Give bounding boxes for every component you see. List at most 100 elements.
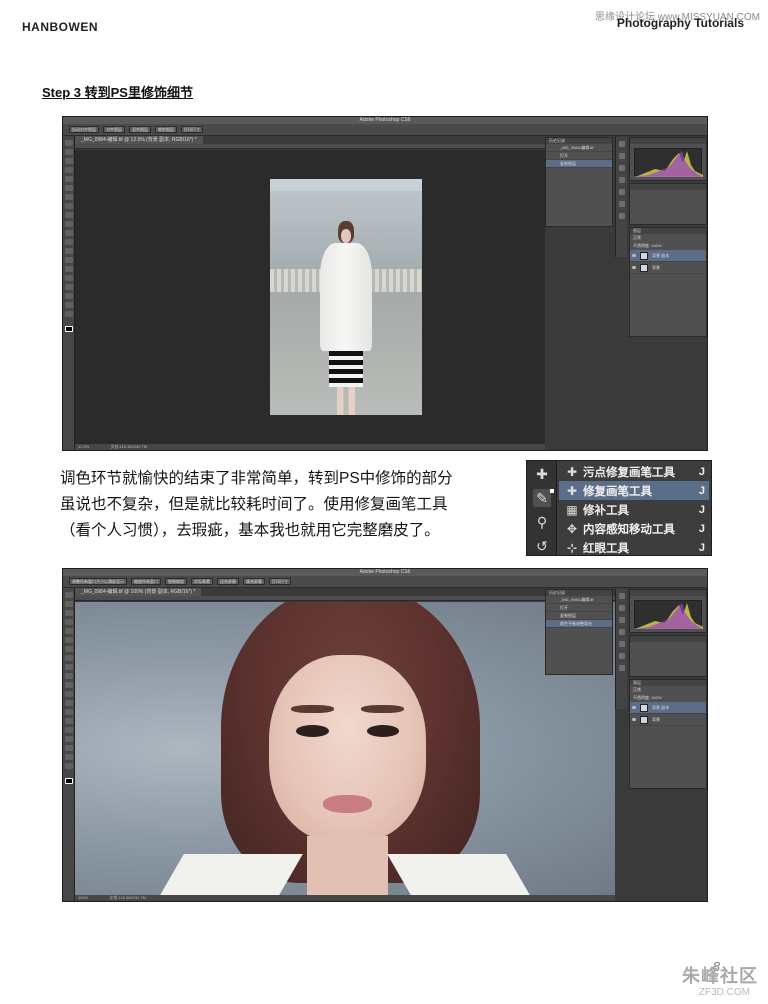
history-item[interactable]: _MG_0984-编辑.tif — [546, 144, 612, 152]
quick-select-tool-icon[interactable] — [65, 167, 73, 173]
option-button[interactable]: 适合屏幕 — [217, 578, 239, 585]
lasso-tool-icon[interactable] — [65, 158, 73, 164]
actions-panel-icon[interactable] — [619, 605, 625, 611]
crop-tool-icon[interactable] — [65, 628, 73, 634]
history-item[interactable]: 打开 — [546, 152, 612, 160]
opacity-field[interactable]: 不透明度: 100% — [630, 694, 706, 702]
zoom-level[interactable]: 12.5% — [78, 444, 89, 449]
option-button[interactable]: 裁剪图层 — [155, 126, 177, 133]
gradient-tool-icon[interactable] — [65, 239, 73, 245]
history-item[interactable]: 颜色平衡调整填充 — [546, 620, 612, 628]
actions-panel-icon[interactable] — [619, 153, 625, 159]
layer-row[interactable]: 背景 副本 — [630, 250, 706, 262]
crop-tool-icon[interactable] — [65, 176, 73, 182]
eraser-tool-icon[interactable] — [65, 230, 73, 236]
marquee-tool-icon[interactable] — [65, 601, 73, 607]
option-button[interactable]: 实际像素 — [191, 578, 213, 585]
eyedropper-tool-icon[interactable] — [65, 185, 73, 191]
paragraph-panel-icon[interactable] — [619, 189, 625, 195]
option-button[interactable]: 打印尺寸 — [181, 126, 203, 133]
option-button[interactable]: 自动对齐图层 — [69, 126, 99, 133]
brush-panel-icon[interactable] — [619, 665, 625, 671]
blend-mode-select[interactable]: 正常 — [630, 234, 706, 242]
shape-tool-icon[interactable] — [65, 293, 73, 299]
brush-icon[interactable]: ✎ — [533, 489, 551, 507]
flyout-item-content-aware-move[interactable]: ✥ 内容感知移动工具 J — [559, 519, 709, 538]
type-tool-icon[interactable] — [65, 275, 73, 281]
layer-row[interactable]: 背景 — [630, 714, 706, 726]
document-tab[interactable]: _MG_0984-编辑.tif @ 12.5% (背景 副本, RGB/16*)… — [75, 136, 203, 144]
eye-icon[interactable] — [632, 706, 636, 709]
clone-stamp-tool-icon[interactable] — [65, 664, 73, 670]
type-tool-icon[interactable] — [65, 727, 73, 733]
hand-tool-icon[interactable] — [65, 754, 73, 760]
history-panel-icon[interactable] — [619, 593, 625, 599]
pen-tool-icon[interactable] — [65, 266, 73, 272]
move-tool-icon[interactable] — [65, 592, 73, 598]
history-item[interactable]: _MG_0984-编辑.tif — [546, 596, 612, 604]
properties-panel-icon[interactable] — [619, 165, 625, 171]
dodge-tool-icon[interactable] — [65, 257, 73, 263]
brush-tool-icon[interactable] — [65, 203, 73, 209]
option-button[interactable]: 调整所有窗口大小以满屏显示 — [69, 578, 127, 585]
option-button[interactable]: 缩放所有窗口 — [131, 578, 161, 585]
character-panel-icon[interactable] — [619, 653, 625, 659]
gradient-tool-icon[interactable] — [65, 691, 73, 697]
brush-tool-icon[interactable] — [65, 655, 73, 661]
flyout-item-patch[interactable]: ▦ 修补工具 J — [559, 500, 709, 519]
color-swatch-icon[interactable] — [65, 778, 73, 784]
color-swatch-icon[interactable] — [65, 326, 73, 332]
opacity-field[interactable]: 不透明度: 100% — [630, 242, 706, 250]
path-select-tool-icon[interactable] — [65, 736, 73, 742]
dodge-tool-icon[interactable] — [65, 709, 73, 715]
history-panel-icon[interactable] — [619, 141, 625, 147]
eyedropper-tool-icon[interactable] — [65, 637, 73, 643]
properties-panel-icon[interactable] — [619, 617, 625, 623]
history-item[interactable]: 打开 — [546, 604, 612, 612]
healing-brush-tool-icon[interactable] — [65, 646, 73, 652]
history-brush-icon[interactable]: ↺ — [533, 537, 551, 555]
option-button[interactable]: 混合图层 — [129, 126, 151, 133]
character-panel-icon[interactable] — [619, 201, 625, 207]
canvas-area[interactable] — [75, 602, 615, 895]
info-panel-icon[interactable] — [619, 629, 625, 635]
document-tab[interactable]: _MG_0984-编辑.tif @ 100% (背景 副本, RGB/16*) … — [75, 588, 202, 596]
layer-row[interactable]: 背景 副本 — [630, 702, 706, 714]
canvas-area[interactable] — [75, 150, 545, 444]
pen-tool-icon[interactable] — [65, 718, 73, 724]
flyout-item-red-eye[interactable]: ⊹ 红眼工具 J — [559, 538, 709, 557]
healing-brush-tool-icon[interactable] — [65, 194, 73, 200]
eye-icon[interactable] — [632, 254, 636, 257]
marquee-tool-icon[interactable] — [65, 149, 73, 155]
history-item[interactable]: 复制图层 — [546, 612, 612, 620]
option-button[interactable]: 对齐图层 — [103, 126, 125, 133]
flyout-item-spot-healing[interactable]: ✚ 污点修复画笔工具 J — [559, 462, 709, 481]
move-tool-icon[interactable] — [65, 140, 73, 146]
eye-icon[interactable] — [632, 266, 636, 269]
zoom-tool-icon[interactable] — [65, 311, 73, 317]
blend-mode-select[interactable]: 正常 — [630, 686, 706, 694]
path-select-tool-icon[interactable] — [65, 284, 73, 290]
blur-tool-icon[interactable] — [65, 248, 73, 254]
history-brush-tool-icon[interactable] — [65, 673, 73, 679]
paragraph-panel-icon[interactable] — [619, 641, 625, 647]
hand-tool-icon[interactable] — [65, 302, 73, 308]
info-panel-icon[interactable] — [619, 177, 625, 183]
lasso-tool-icon[interactable] — [65, 610, 73, 616]
brush-panel-icon[interactable] — [619, 213, 625, 219]
quick-select-tool-icon[interactable] — [65, 619, 73, 625]
layer-row[interactable]: 背景 — [630, 262, 706, 274]
history-brush-tool-icon[interactable] — [65, 221, 73, 227]
flyout-item-healing-brush[interactable]: ✚ 修复画笔工具 J — [550, 481, 709, 500]
blur-tool-icon[interactable] — [65, 700, 73, 706]
zoom-tool-icon[interactable] — [65, 763, 73, 769]
clone-stamp-tool-icon[interactable] — [65, 212, 73, 218]
option-button[interactable]: 细微缩放 — [165, 578, 187, 585]
shape-tool-icon[interactable] — [65, 745, 73, 751]
stamp-icon[interactable]: ⚲ — [533, 513, 551, 531]
eraser-tool-icon[interactable] — [65, 682, 73, 688]
bandage-icon[interactable]: ✚ — [533, 465, 551, 483]
history-item[interactable]: 复制图层 — [546, 160, 612, 168]
option-button[interactable]: 打印尺寸 — [269, 578, 291, 585]
option-button[interactable]: 填充屏幕 — [243, 578, 265, 585]
